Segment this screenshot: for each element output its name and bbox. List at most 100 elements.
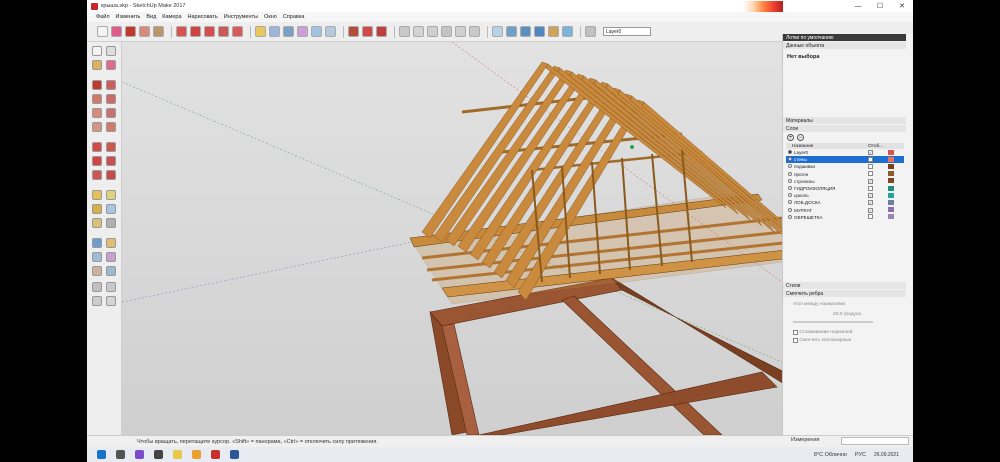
layer-row[interactable]: подшивка: [786, 163, 904, 170]
axes-tool-icon[interactable]: [92, 218, 102, 228]
layer-row[interactable]: цоколь ✓: [786, 192, 904, 199]
pencil-tool-icon[interactable]: [125, 26, 136, 37]
folder-icon[interactable]: [192, 450, 201, 459]
arc-tool-icon[interactable]: [139, 26, 150, 37]
browser-icon[interactable]: [173, 450, 182, 459]
active-layer-radio[interactable]: [788, 164, 792, 169]
zoom-tool-icon[interactable]: [92, 252, 102, 262]
measurements-input[interactable]: [841, 437, 909, 445]
styles-header[interactable]: Стили: [783, 282, 906, 289]
select-tool-icon[interactable]: [92, 46, 102, 56]
task-view-icon[interactable]: [154, 450, 163, 459]
back-view-icon[interactable]: [455, 26, 466, 37]
hidden-line-style-icon[interactable]: [520, 26, 531, 37]
layer-visible-checkbox[interactable]: ✓: [868, 157, 873, 163]
line-tool-icon[interactable]: [92, 80, 102, 90]
zoom-window-icon[interactable]: [106, 252, 116, 262]
layer-visible-checkbox[interactable]: ✓: [868, 150, 873, 156]
soften-edges-header[interactable]: Смягчить ребра: [783, 290, 906, 297]
active-layer-radio[interactable]: [788, 157, 792, 162]
rectangle-tool-icon[interactable]: [92, 94, 102, 104]
right-view-icon[interactable]: [441, 26, 452, 37]
layer-row[interactable]: МУРЛАТ ✓: [786, 207, 904, 214]
layers-icon[interactable]: [585, 26, 596, 37]
materials-header[interactable]: Материалы: [783, 117, 906, 124]
follow-me-icon[interactable]: [106, 156, 116, 166]
layer-color-swatch[interactable]: [888, 199, 894, 205]
move-tool-icon[interactable]: [190, 26, 201, 37]
zoom-tool-icon[interactable]: [311, 26, 322, 37]
extension-warehouse-icon[interactable]: [376, 26, 387, 37]
sketchup-taskbar-icon[interactable]: [211, 450, 220, 459]
minimize-button[interactable]: —: [847, 0, 869, 12]
tape-measure-icon[interactable]: [255, 26, 266, 37]
close-button[interactable]: ✕: [891, 0, 913, 12]
smooth-normals-checkbox[interactable]: [793, 330, 798, 335]
monochrome-style-icon[interactable]: [562, 26, 573, 37]
active-layer-radio[interactable]: [788, 207, 792, 212]
layer-color-swatch[interactable]: [888, 156, 894, 162]
entity-info-header[interactable]: Данные объекта: [783, 42, 906, 49]
layer-color-swatch[interactable]: [888, 207, 894, 213]
top-view-icon[interactable]: [413, 26, 424, 37]
push-pull-tool-icon[interactable]: [176, 26, 187, 37]
freehand-tool-icon[interactable]: [106, 80, 116, 90]
pan-tool-icon[interactable]: [106, 238, 116, 248]
layer-color-swatch[interactable]: [888, 149, 894, 155]
word-icon[interactable]: [230, 450, 239, 459]
text-tool-icon[interactable]: [106, 204, 116, 214]
menu-tools[interactable]: Инструменты: [224, 14, 258, 20]
left-view-icon[interactable]: [469, 26, 480, 37]
active-layer-radio[interactable]: [788, 171, 792, 176]
layer-visible-checkbox[interactable]: [868, 185, 873, 191]
windows-start-icon[interactable]: [97, 450, 106, 459]
soften-coplanar-option[interactable]: Смягчить копланарные: [793, 338, 851, 343]
zoom-extents-icon[interactable]: [325, 26, 336, 37]
layer-visible-checkbox[interactable]: [868, 171, 873, 177]
layers-header[interactable]: Слои: [783, 125, 906, 132]
iso-view-icon[interactable]: [399, 26, 410, 37]
layer-color-swatch[interactable]: [888, 178, 894, 184]
layer-visible-checkbox[interactable]: ✓: [868, 207, 873, 213]
wireframe-style-icon[interactable]: [506, 26, 517, 37]
previous-view-icon[interactable]: [106, 266, 116, 276]
circle-tool-icon[interactable]: [92, 108, 102, 118]
paint-bucket-icon[interactable]: [92, 60, 102, 70]
menu-camera[interactable]: Камера: [162, 14, 181, 20]
orbit-tool-icon[interactable]: [92, 238, 102, 248]
layer-dropdown[interactable]: Layer0: [603, 27, 651, 36]
menu-edit[interactable]: Изменить: [116, 14, 141, 20]
xray-style-icon[interactable]: [492, 26, 503, 37]
active-layer-radio[interactable]: [788, 193, 792, 198]
text-tool-icon[interactable]: [269, 26, 280, 37]
textured-style-icon[interactable]: [548, 26, 559, 37]
layer-visible-checkbox[interactable]: [868, 214, 873, 220]
dimension-tool-icon[interactable]: [106, 190, 116, 200]
menu-window[interactable]: Окно: [264, 14, 277, 20]
model-viewport[interactable]: [122, 42, 782, 435]
position-camera-icon[interactable]: [92, 282, 102, 292]
section-plane-icon[interactable]: [106, 296, 116, 306]
menu-file[interactable]: Файл: [96, 14, 110, 20]
scale-tool-icon[interactable]: [218, 26, 229, 37]
3d-text-icon[interactable]: [106, 218, 116, 228]
weather-widget[interactable]: 8°C Облачно: [814, 452, 847, 458]
menu-draw[interactable]: Нарисовать: [188, 14, 218, 20]
shapes-tool-icon[interactable]: [153, 26, 164, 37]
pan-tool-icon[interactable]: [297, 26, 308, 37]
share-model-icon[interactable]: [362, 26, 373, 37]
eraser-tool-icon[interactable]: [106, 60, 116, 70]
layer-row[interactable]: Layer0 ✓: [786, 149, 904, 156]
zoom-extents-icon[interactable]: [92, 266, 102, 276]
layer-row[interactable]: стены ✓: [786, 156, 904, 164]
add-layer-icon[interactable]: +: [787, 134, 794, 141]
search-icon[interactable]: [116, 450, 125, 459]
col-name-header[interactable]: Название: [792, 144, 868, 149]
layer-color-swatch[interactable]: [888, 192, 894, 198]
tray-title[interactable]: Лотки по умолчанию: [783, 34, 906, 41]
rotate-tool-icon[interactable]: [204, 26, 215, 37]
push-pull-tool-icon[interactable]: [106, 142, 116, 152]
remove-layer-icon[interactable]: −: [797, 134, 804, 141]
eraser-tool-icon[interactable]: [111, 26, 122, 37]
make-component-icon[interactable]: [106, 46, 116, 56]
